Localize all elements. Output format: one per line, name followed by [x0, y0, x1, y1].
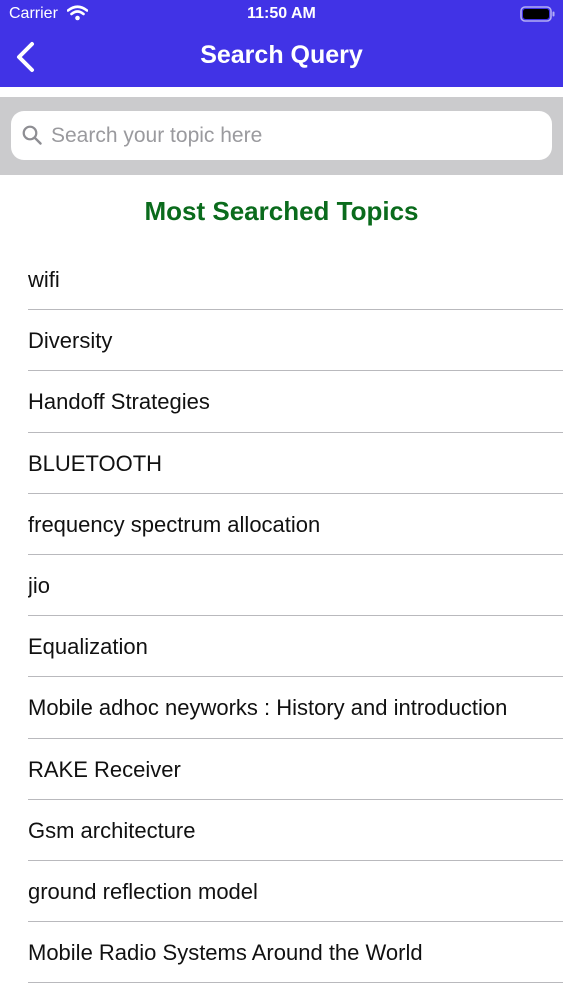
topic-label: Diversity — [28, 328, 113, 354]
search-query-screen: Carrier 11:50 AM Search Query Search you… — [0, 0, 563, 1000]
search-box[interactable] — [11, 111, 552, 160]
topic-label: Equalization — [28, 634, 148, 660]
status-bar: Carrier 11:50 AM — [0, 0, 563, 30]
list-item[interactable]: frequency spectrum allocation — [0, 494, 563, 556]
topic-label: ground reflection model — [28, 878, 258, 904]
list-item[interactable]: Equalization — [0, 616, 563, 678]
topic-label: Handoff Strategies — [28, 389, 210, 415]
list-item[interactable]: ground reflection model — [0, 861, 563, 923]
topic-label: Mobile Radio Systems Around the World — [28, 940, 423, 966]
list-item[interactable]: Handoff Strategies — [0, 371, 563, 433]
topic-label: frequency spectrum allocation — [28, 511, 321, 537]
list-item[interactable]: Mobile Radio Systems Around the World — [0, 922, 563, 984]
list-item[interactable]: jio — [0, 555, 563, 617]
list-item[interactable]: Mobile adhoc neyworks : History and intr… — [0, 677, 563, 739]
topic-label: BLUETOOTH — [28, 450, 163, 476]
topic-list: wifi Diversity Handoff Strategies BLUETO… — [0, 249, 563, 984]
search-icon — [22, 125, 42, 145]
topic-label: Mobile adhoc neyworks : History and intr… — [28, 695, 508, 721]
status-time: 11:50 AM — [247, 5, 316, 22]
navigation-header: Carrier 11:50 AM Search Query — [0, 0, 563, 87]
search-bar-container — [0, 97, 563, 175]
search-input[interactable] — [51, 111, 541, 160]
page-title: Search Query — [200, 41, 363, 69]
section-title: Most Searched Topics — [144, 196, 419, 226]
list-item[interactable]: RAKE Receiver — [0, 739, 563, 800]
list-item[interactable]: Diversity — [0, 310, 563, 372]
topic-label: jio — [28, 572, 51, 598]
list-item[interactable]: wifi — [0, 249, 563, 311]
list-item[interactable]: Gsm architecture — [0, 800, 563, 862]
list-item[interactable]: BLUETOOTH — [0, 433, 563, 494]
topic-label: RAKE Receiver — [28, 756, 181, 782]
topic-label: Gsm architecture — [28, 817, 196, 843]
topic-label: wifi — [28, 267, 60, 292]
battery-icon — [520, 6, 555, 22]
